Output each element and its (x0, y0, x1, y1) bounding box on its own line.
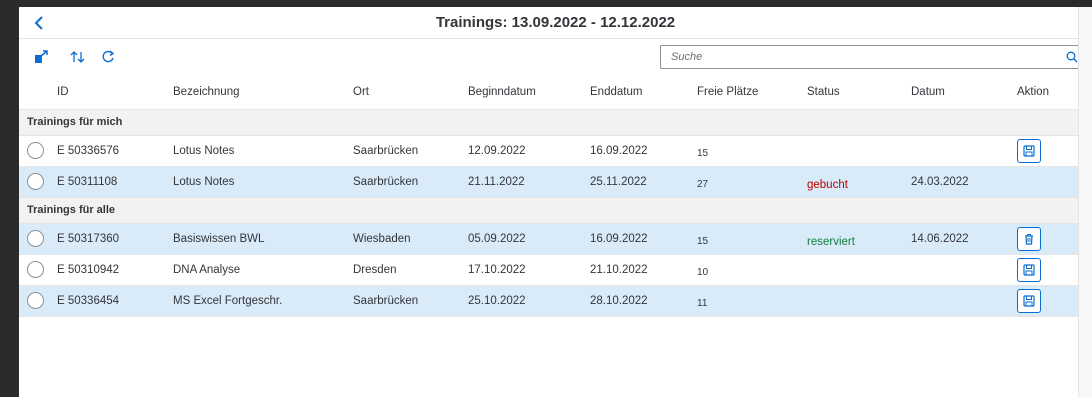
cell-start: 12.09.2022 (468, 144, 526, 157)
column-header[interactable]: Ort (353, 75, 468, 109)
table-header: ID Bezeichnung Ort Beginndatum Enddatum … (19, 75, 1092, 109)
cell-date: 24.03.2022 (911, 175, 969, 188)
group-label: Trainings für alle (27, 204, 116, 216)
sort-icon[interactable] (69, 49, 87, 65)
cell-start: 17.10.2022 (468, 263, 526, 276)
table-row[interactable]: E 50317360 Basiswissen BWL Wiesbaden 05.… (19, 223, 1092, 254)
column-header[interactable]: Freie Plätze (697, 75, 807, 109)
cell-location: Saarbrücken (353, 175, 419, 188)
row-select-radio[interactable] (27, 173, 44, 190)
cell-end: 16.09.2022 (590, 232, 648, 245)
cell-name: Basiswissen BWL (173, 232, 265, 245)
cell-date (911, 285, 1017, 316)
status-badge: gebucht (807, 178, 848, 191)
cell-id: E 50310942 (57, 263, 120, 276)
row-select-radio[interactable] (27, 230, 44, 247)
cell-end: 25.11.2022 (590, 175, 647, 188)
table-row[interactable]: E 50336576 Lotus Notes Saarbrücken 12.09… (19, 135, 1092, 166)
cell-free: 27 (697, 179, 709, 190)
cell-id: E 50336576 (57, 144, 120, 157)
row-select-radio[interactable] (27, 261, 44, 278)
table-row[interactable]: E 50310942 DNA Analyse Dresden 17.10.202… (19, 254, 1092, 285)
cell-name: MS Excel Fortgeschr. (173, 294, 283, 307)
cell-date (911, 135, 1017, 166)
cell-free: 15 (697, 236, 709, 247)
vertical-scrollbar[interactable] (1078, 7, 1092, 397)
table-toolbar (19, 39, 1092, 75)
cell-name: Lotus Notes (173, 144, 235, 157)
delete-button[interactable] (1017, 226, 1041, 251)
save-button[interactable] (1017, 257, 1041, 282)
cell-status (807, 285, 911, 316)
cell-location: Wiesbaden (353, 232, 411, 245)
cell-end: 28.10.2022 (590, 294, 648, 307)
cell-id: E 50336454 (57, 294, 120, 307)
cell-date (911, 254, 1017, 285)
cell-name: DNA Analyse (173, 263, 241, 276)
search-field (660, 45, 1084, 69)
cell-end: 16.09.2022 (590, 144, 648, 157)
column-header[interactable]: Enddatum (590, 75, 697, 109)
cell-start: 05.09.2022 (468, 232, 526, 245)
save-button[interactable] (1017, 288, 1041, 313)
cell-name: Lotus Notes (173, 175, 235, 188)
export-icon[interactable] (33, 49, 51, 65)
cell-id: E 50317360 (57, 232, 120, 245)
save-icon (1023, 263, 1035, 276)
cell-start: 21.11.2022 (468, 175, 525, 188)
column-header[interactable]: ID (57, 75, 173, 109)
cell-free: 11 (697, 298, 708, 309)
refresh-icon[interactable] (99, 49, 117, 65)
cell-date: 14.06.2022 (911, 232, 969, 245)
app-panel: Trainings: 13.09.2022 - 12.12.2022 ID Be… (19, 7, 1092, 397)
group-label: Trainings für mich (27, 116, 123, 128)
row-select-radio[interactable] (27, 292, 44, 309)
table-row[interactable]: E 50336454 MS Excel Fortgeschr. Saarbrüc… (19, 285, 1092, 316)
cell-end: 21.10.2022 (590, 263, 648, 276)
cell-free: 10 (697, 267, 709, 278)
trainings-table: ID Bezeichnung Ort Beginndatum Enddatum … (19, 75, 1092, 317)
cell-location: Saarbrücken (353, 144, 419, 157)
row-select-radio[interactable] (27, 142, 44, 159)
trash-icon (1025, 233, 1033, 245)
save-icon (1023, 294, 1035, 307)
table-row[interactable]: E 50311108 Lotus Notes Saarbrücken 21.11… (19, 166, 1092, 197)
cell-status (807, 254, 911, 285)
title-bar: Trainings: 13.09.2022 - 12.12.2022 (19, 7, 1092, 39)
save-button[interactable] (1017, 138, 1041, 163)
column-header[interactable]: Beginndatum (468, 75, 590, 109)
search-input[interactable] (661, 46, 1061, 68)
page-title: Trainings: 13.09.2022 - 12.12.2022 (435, 14, 676, 31)
status-badge: reserviert (807, 235, 855, 248)
cell-location: Dresden (353, 263, 397, 276)
save-icon (1023, 144, 1035, 157)
cell-free: 15 (697, 148, 709, 159)
column-header[interactable]: Bezeichnung (173, 75, 353, 109)
cell-location: Saarbrücken (353, 294, 419, 307)
column-header[interactable]: Status (807, 75, 911, 109)
cell-start: 25.10.2022 (468, 294, 526, 307)
cell-id: E 50311108 (57, 175, 118, 188)
cell-status (807, 135, 911, 166)
column-header[interactable]: Datum (911, 75, 1017, 109)
group-header: Trainings für mich (19, 109, 1092, 135)
group-header: Trainings für alle (19, 197, 1092, 223)
